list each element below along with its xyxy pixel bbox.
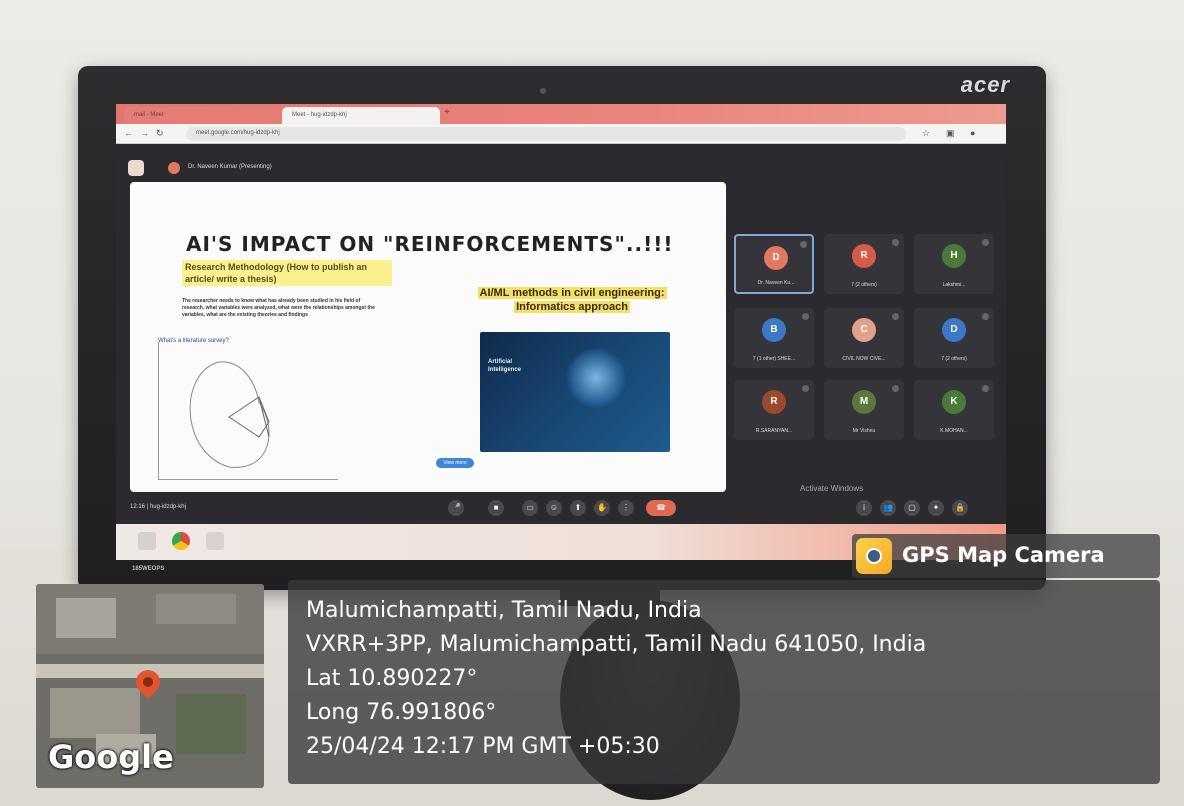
gps-place: Malumichampatti, Tamil Nadu, India: [306, 598, 702, 623]
slide-title: AI'S IMPACT ON "REINFORCEMENTS"..!!!: [186, 232, 674, 256]
presentation-slide: AI'S IMPACT ON "REINFORCEMENTS"..!!! Res…: [130, 182, 726, 492]
profile-icon[interactable]: ●: [970, 128, 975, 138]
participant-avatar: R: [852, 244, 876, 268]
chat-icon[interactable]: ▢: [904, 500, 920, 516]
slide-methods-line2: Informatics approach: [514, 301, 630, 313]
mic-muted-icon: [802, 385, 809, 392]
gps-latitude: Lat 10.890227°: [306, 666, 478, 691]
participant-name: Lakshmi...: [942, 282, 966, 288]
participant-tile[interactable]: B 7 (1 other) SHEE...: [734, 308, 814, 368]
participant-name: R.SARANYAN...: [755, 428, 793, 434]
webcam: [540, 88, 546, 94]
slide-view-more-button[interactable]: View more: [436, 458, 474, 468]
meet-logo-icon: [128, 160, 144, 176]
mic-muted-icon: [892, 313, 899, 320]
mic-muted-icon: [800, 241, 807, 248]
mic-muted-icon: [892, 239, 899, 246]
monitor-screen: mail - Meet Meet - hug-idzdp-khj + ← → ↻…: [116, 104, 1006, 560]
activate-windows-watermark: Activate Windows: [800, 484, 864, 493]
mic-muted-icon: [892, 385, 899, 392]
gps-address: VXRR+3PP, Malumichampatti, Tamil Nadu 64…: [306, 632, 927, 657]
participant-name: Mr Vishnu: [852, 428, 876, 434]
participant-name: Dr. Naveen Ku...: [757, 280, 795, 286]
participant-tile[interactable]: M Mr Vishnu: [824, 380, 904, 440]
google-map-logo: Google: [48, 738, 174, 776]
participant-tile[interactable]: K K.MOHAN...: [914, 380, 994, 440]
participant-tile[interactable]: D Dr. Naveen Ku...: [734, 234, 814, 294]
slide-ai-image: Artificial Intelligence: [480, 332, 670, 452]
reload-icon[interactable]: ↻: [156, 128, 164, 139]
captions-button[interactable]: ▭: [522, 500, 538, 516]
gps-map-camera-icon: [856, 538, 892, 574]
start-icon[interactable]: [138, 532, 156, 550]
forward-icon[interactable]: →: [140, 128, 149, 138]
gps-info-panel: Malumichampatti, Tamil Nadu, India VXRR+…: [288, 580, 1160, 784]
mic-muted-icon: [982, 313, 989, 320]
gps-app-name: GPS Map Camera: [902, 543, 1105, 567]
gps-camera-badge: GPS Map Camera: [852, 534, 1160, 578]
back-icon[interactable]: ←: [124, 128, 133, 138]
participant-avatar: H: [942, 244, 966, 268]
monitor-model-label: 185WEOPS: [132, 566, 165, 572]
extensions-icon[interactable]: ▣: [946, 128, 955, 139]
camera-button[interactable]: ■: [488, 500, 504, 516]
gps-longitude: Long 76.991806°: [306, 700, 497, 725]
meet-header: Dr. Naveen Kumar (Presenting): [116, 144, 1006, 184]
slide-methods-heading: AI/ML methods in civil engineering: Info…: [440, 286, 704, 314]
participant-name: 7 (2 others): [851, 282, 877, 288]
activities-icon[interactable]: ✦: [928, 500, 944, 516]
browser-tab-bar: mail - Meet Meet - hug-idzdp-khj +: [116, 104, 1006, 124]
presenter-label: Dr. Naveen Kumar (Presenting): [188, 164, 272, 170]
participant-name: 7 (1 other) SHEE...: [752, 356, 796, 362]
ai-brain-graphic: [566, 348, 626, 408]
mic-muted-icon: [802, 313, 809, 320]
participant-avatar: D: [942, 318, 966, 342]
bookmark-icon[interactable]: ☆: [922, 128, 930, 139]
participant-tile[interactable]: H Lakshmi...: [914, 234, 994, 294]
reactions-button[interactable]: ☺: [546, 500, 562, 516]
slide-handwritten-note: What's a literature survey?: [158, 338, 229, 344]
participant-name: 7 (2 others): [941, 356, 967, 362]
participant-tile[interactable]: R 7 (2 others): [824, 234, 904, 294]
participant-avatar: K: [942, 390, 966, 414]
participant-tile[interactable]: C CIVIL NOW CIVE...: [824, 308, 904, 368]
host-controls-icon[interactable]: 🔒: [952, 500, 968, 516]
ai-panel-title: Artificial Intelligence: [488, 359, 522, 373]
participant-avatar: M: [852, 390, 876, 414]
participant-avatar: B: [762, 318, 786, 342]
monitor-brand-logo: acer: [960, 72, 1010, 97]
chrome-icon[interactable]: [172, 532, 190, 550]
browser-tab-meet[interactable]: Meet - hug-idzdp-khj: [282, 107, 440, 124]
people-icon[interactable]: 👥: [880, 500, 896, 516]
info-icon[interactable]: i: [856, 500, 872, 516]
browser-tab-mail[interactable]: mail - Meet: [124, 107, 282, 124]
slide-body-text: The researcher needs to know what has al…: [182, 298, 375, 318]
gps-datetime: 25/04/24 12:17 PM GMT +05:30: [306, 734, 660, 759]
browser-address-bar: ← → ↻ meet.google.com/hug-idzdp-khj ☆ ▣ …: [116, 124, 1006, 144]
more-options-button[interactable]: ⋮: [618, 500, 634, 516]
slide-methods-line1: AI/ML methods in civil engineering:: [477, 287, 667, 299]
raise-hand-button[interactable]: ✋: [594, 500, 610, 516]
slide-sketch-diagram: [158, 342, 338, 480]
participant-avatar: R: [762, 390, 786, 414]
file-explorer-icon[interactable]: [206, 532, 224, 550]
new-tab-icon[interactable]: +: [444, 107, 450, 118]
participant-name: K.MOHAN...: [940, 428, 968, 434]
participant-avatar: D: [764, 246, 788, 270]
mic-muted-icon: [982, 385, 989, 392]
meeting-time-code: 12:16 | hug-idzdp-khj: [130, 504, 186, 510]
participant-name: CIVIL NOW CIVE...: [842, 356, 886, 362]
present-button[interactable]: ⬆: [570, 500, 586, 516]
meet-control-bar: 12:16 | hug-idzdp-khj 🎤 ■ ▭ ☺ ⬆ ✋ ⋮ ☎ i …: [116, 496, 1006, 522]
participant-tile[interactable]: D 7 (2 others): [914, 308, 994, 368]
slide-subtitle: Research Methodology (How to publish an …: [182, 260, 392, 286]
location-mini-map: Google: [36, 584, 264, 788]
participant-avatar: C: [852, 318, 876, 342]
participant-tile[interactable]: R R.SARANYAN...: [734, 380, 814, 440]
presenter-avatar: [168, 162, 180, 174]
leave-call-button[interactable]: ☎: [646, 500, 676, 516]
mic-muted-icon: [982, 239, 989, 246]
microphone-button[interactable]: 🎤: [448, 500, 464, 516]
url-input[interactable]: meet.google.com/hug-idzdp-khj: [186, 127, 906, 141]
